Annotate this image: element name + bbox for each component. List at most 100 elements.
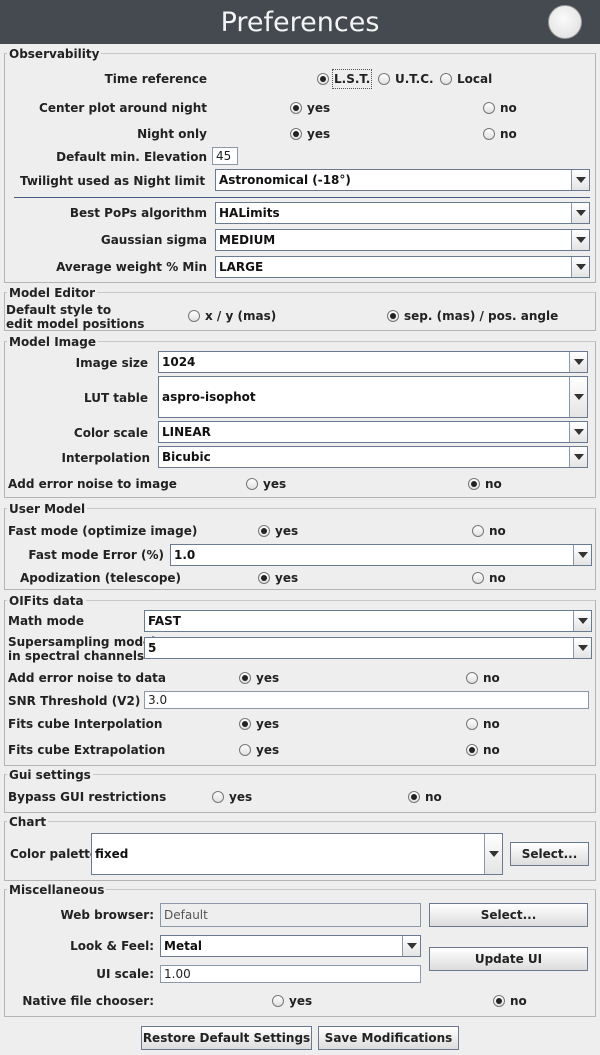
- bypass-gui-no-label[interactable]: no: [425, 789, 442, 805]
- apodization-no-label[interactable]: no: [489, 570, 506, 586]
- cube-extrap-no-radio[interactable]: [466, 744, 478, 756]
- fast-mode-no-label[interactable]: no: [489, 523, 506, 539]
- bypass-gui-label: Bypass GUI restrictions: [8, 790, 167, 804]
- apodization-yes-radio[interactable]: [258, 572, 270, 584]
- palette-select-button[interactable]: Select...: [510, 842, 589, 866]
- chevron-down-icon[interactable]: [569, 352, 587, 372]
- native-chooser-no-radio[interactable]: [493, 995, 505, 1007]
- web-browser-input[interactable]: Default: [160, 903, 421, 927]
- interpolation-combo[interactable]: Bicubic: [158, 446, 588, 468]
- style-sep-radio[interactable]: [387, 310, 399, 322]
- night-only-no-radio[interactable]: [483, 128, 495, 140]
- time-ref-lst-label[interactable]: L.S.T.: [331, 69, 373, 89]
- average-weight-value: LARGE: [219, 260, 264, 274]
- snr-threshold-label: SNR Threshold (V2): [8, 694, 141, 708]
- chevron-down-icon[interactable]: [569, 447, 587, 467]
- center-plot-yes-radio[interactable]: [290, 102, 302, 114]
- native-chooser-yes-label[interactable]: yes: [289, 993, 312, 1009]
- cube-interp-no-label[interactable]: no: [483, 716, 500, 732]
- center-plot-yes-label[interactable]: yes: [307, 100, 330, 116]
- gaussian-sigma-combo[interactable]: MEDIUM: [215, 229, 590, 251]
- window-title: Preferences: [220, 7, 380, 38]
- chevron-down-icon[interactable]: [571, 203, 589, 223]
- fast-mode-error-combo[interactable]: 1.0: [170, 544, 592, 566]
- color-scale-combo[interactable]: LINEAR: [158, 421, 588, 443]
- night-only-yes-label[interactable]: yes: [307, 126, 330, 142]
- time-ref-utc-radio[interactable]: [378, 73, 390, 85]
- center-plot-no-radio[interactable]: [483, 102, 495, 114]
- night-only-yes-radio[interactable]: [290, 128, 302, 140]
- image-noise-yes-radio[interactable]: [246, 478, 258, 490]
- image-size-combo[interactable]: 1024: [158, 351, 588, 373]
- style-xy-radio[interactable]: [188, 310, 200, 322]
- math-mode-label: Math mode: [8, 614, 84, 628]
- bypass-gui-no-radio[interactable]: [408, 791, 420, 803]
- color-palette-combo[interactable]: fixed: [91, 833, 503, 875]
- chevron-down-icon[interactable]: [484, 834, 502, 874]
- time-reference-label: Time reference: [104, 72, 207, 86]
- look-feel-combo[interactable]: Metal: [160, 935, 421, 957]
- bypass-gui-yes-label[interactable]: yes: [229, 789, 252, 805]
- data-noise-yes-radio[interactable]: [239, 672, 251, 684]
- center-plot-no-label[interactable]: no: [500, 100, 517, 116]
- save-modifications-button[interactable]: Save Modifications: [318, 1026, 459, 1050]
- fast-mode-yes-radio[interactable]: [258, 525, 270, 537]
- pops-algorithm-combo[interactable]: HALimits: [215, 202, 590, 224]
- native-chooser-yes-radio[interactable]: [272, 995, 284, 1007]
- cube-interp-yes-label[interactable]: yes: [256, 716, 279, 732]
- chevron-down-icon[interactable]: [569, 377, 587, 417]
- cube-interp-yes-radio[interactable]: [239, 718, 251, 730]
- ui-scale-input[interactable]: 1.00: [160, 965, 421, 983]
- window-close-button[interactable]: [548, 5, 582, 39]
- cube-interp-label: Fits cube Interpolation: [8, 717, 163, 731]
- image-noise-no-radio[interactable]: [468, 478, 480, 490]
- apodization-yes-label[interactable]: yes: [275, 570, 298, 586]
- chevron-down-icon[interactable]: [573, 638, 591, 658]
- average-weight-combo[interactable]: LARGE: [215, 256, 590, 278]
- chevron-down-icon[interactable]: [569, 422, 587, 442]
- supersampling-combo[interactable]: 5: [144, 637, 592, 659]
- native-chooser-no-label[interactable]: no: [510, 993, 527, 1009]
- chevron-down-icon[interactable]: [571, 257, 589, 277]
- restore-defaults-button[interactable]: Restore Default Settings: [141, 1026, 312, 1050]
- cube-extrap-no-label[interactable]: no: [483, 742, 500, 758]
- model-editor-title: Model Editor: [7, 286, 98, 300]
- data-noise-no-label[interactable]: no: [483, 670, 500, 686]
- math-mode-combo[interactable]: FAST: [144, 610, 592, 632]
- chevron-down-icon[interactable]: [402, 936, 420, 956]
- cube-interp-no-radio[interactable]: [466, 718, 478, 730]
- style-xy-label[interactable]: x / y (mas): [205, 308, 276, 324]
- browser-select-button[interactable]: Select...: [429, 903, 588, 927]
- fast-mode-yes-label[interactable]: yes: [275, 523, 298, 539]
- data-noise-no-radio[interactable]: [466, 672, 478, 684]
- style-sep-label[interactable]: sep. (mas) / pos. angle: [404, 308, 558, 324]
- chevron-down-icon[interactable]: [571, 230, 589, 250]
- update-ui-button[interactable]: Update UI: [429, 947, 588, 971]
- ui-scale-label: UI scale:: [96, 967, 154, 981]
- chevron-down-icon[interactable]: [571, 170, 589, 190]
- bypass-gui-yes-radio[interactable]: [212, 791, 224, 803]
- apodization-no-radio[interactable]: [472, 572, 484, 584]
- color-scale-label: Color scale: [73, 426, 148, 440]
- image-noise-yes-label[interactable]: yes: [263, 476, 286, 492]
- center-plot-label: Center plot around night: [39, 101, 207, 115]
- min-elevation-input[interactable]: 45: [212, 147, 238, 165]
- fast-mode-no-radio[interactable]: [472, 525, 484, 537]
- night-only-no-label[interactable]: no: [500, 126, 517, 142]
- data-noise-yes-label[interactable]: yes: [256, 670, 279, 686]
- chevron-down-icon[interactable]: [573, 545, 591, 565]
- time-ref-utc-label[interactable]: U.T.C.: [395, 71, 434, 87]
- twilight-combo[interactable]: Astronomical (-18°): [215, 169, 590, 191]
- cube-extrap-yes-label[interactable]: yes: [256, 742, 279, 758]
- chevron-down-icon[interactable]: [573, 611, 591, 631]
- twilight-label: Twilight used as Night limit: [20, 174, 206, 188]
- cube-extrap-yes-radio[interactable]: [239, 744, 251, 756]
- snr-threshold-input[interactable]: 3.0: [144, 691, 589, 709]
- time-ref-local-label[interactable]: Local: [457, 71, 492, 87]
- image-noise-label: Add error noise to image: [8, 477, 177, 491]
- lut-table-combo[interactable]: aspro-isophot: [158, 376, 588, 418]
- image-noise-no-label[interactable]: no: [485, 476, 502, 492]
- time-ref-local-radio[interactable]: [440, 73, 452, 85]
- time-ref-lst-radio[interactable]: [317, 73, 329, 85]
- web-browser-label: Web browser:: [60, 908, 154, 922]
